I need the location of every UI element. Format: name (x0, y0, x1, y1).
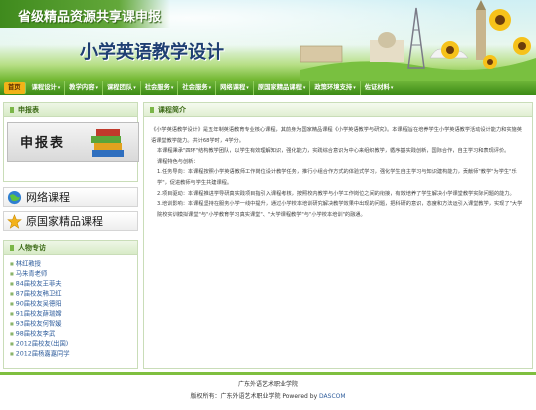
nav-label: 佐证材料 (364, 84, 390, 91)
nav-teaching-content[interactable]: 教学内容▾ (65, 81, 103, 95)
list-item[interactable]: 91届校友薛瑞嫦 (10, 309, 137, 319)
list-item[interactable]: 林红教授 (10, 259, 137, 269)
nav-label: 政策环境支持 (314, 84, 353, 91)
course-title: 小学英语教学设计 (80, 42, 224, 63)
books-icon (91, 129, 124, 157)
former-national-course-link[interactable]: 原国家精品课程 (3, 211, 138, 231)
main-nav: 首页 课程设计▾ 教学内容▾ 课程团队▾ 社会服务▾ 社会服务▾ 网络课程▾ 原… (0, 81, 536, 95)
list-item[interactable]: 2012届杨嘉嘉同学 (10, 349, 137, 359)
intro-paragraph: 3.培训影响：本课程坚持在服务小学一线中提升，通过小学校本培训研究解决教学效果中… (157, 201, 523, 218)
caret-down-icon: ▾ (57, 85, 61, 91)
footer-copyright-text: 版权所有：广东外语艺术职业学院 Powered by (190, 393, 320, 400)
interview-panel-title: 人物专访 (4, 241, 137, 255)
nav-social-service-1[interactable]: 社会服务▾ (141, 81, 179, 95)
nav-label: 原国家精品课程 (257, 84, 302, 91)
nav-course-team[interactable]: 课程团队▾ (103, 81, 141, 95)
nav-online-course[interactable]: 网络课程▾ (216, 81, 254, 95)
nav-evidence[interactable]: 佐证材料▾ (361, 81, 398, 95)
caret-down-icon: ▾ (390, 85, 394, 91)
nav-policy-support[interactable]: 政策环境支持▾ (310, 81, 361, 95)
list-item[interactable]: 2012届校友(出国) (10, 339, 137, 349)
list-item[interactable]: 98届校友李武 (10, 329, 137, 339)
caret-down-icon: ▾ (246, 85, 249, 91)
course-intro-panel: 课程简介 《小学英语教学设计》是五年制英语教育专业核心课程，其前身为国家精品课程… (143, 102, 533, 369)
former-national-course-label: 原国家精品课程 (26, 215, 103, 228)
globe-icon (7, 190, 22, 204)
apply-form-banner[interactable]: 申报表 (7, 122, 139, 162)
nav-label: 社会服务 (144, 84, 170, 91)
banner-landmarks-illustration (300, 0, 536, 81)
caret-down-icon: ▾ (170, 85, 174, 91)
nav-former-national-course[interactable]: 原国家精品课程▾ (254, 81, 311, 95)
online-course-link[interactable]: 网络课程 (3, 187, 138, 207)
course-intro-body: 《小学英语教学设计》是五年制英语教育专业核心课程，其前身为国家精品课程《小学英语… (144, 117, 532, 220)
nav-label: 网络课程 (220, 84, 246, 91)
caret-down-icon: ▾ (353, 85, 356, 91)
nav-home[interactable]: 首页 (4, 82, 26, 94)
nav-label: 课程设计 (31, 84, 57, 91)
intro-paragraph: 本课程秉承"四环"结构教学团队，以学生有效理解知识，强化能力，实践综合意识为中心… (157, 148, 510, 155)
list-item[interactable]: 87届校友韩卫红 (10, 289, 137, 299)
interview-panel: 人物专访 林红教授 马朱青老师 84届校友王菲夫 87届校友韩卫红 90届校友吴… (3, 240, 138, 369)
star-icon (7, 213, 22, 229)
nav-label: 教学内容 (69, 84, 95, 91)
intro-paragraph: 2.项目驱动：本课程推进学导研真实践项目指引入课程考核，按照校内教学与小学工作岗… (157, 190, 515, 197)
apply-panel: 申报表 申报表 (3, 102, 139, 182)
footer-copyright: 版权所有：广东外语艺术职业学院 Powered by DASCOM (0, 391, 536, 400)
site-name: 省级精品资源共享课申报 (18, 10, 162, 25)
powered-by-link[interactable]: DASCOM (319, 393, 346, 400)
header-banner: 省级精品资源共享课申报 小学英语教学设计 (0, 0, 536, 81)
list-item[interactable]: 84届校友王菲夫 (10, 279, 137, 289)
caret-down-icon: ▾ (302, 85, 306, 91)
list-item[interactable]: 90届校友吴德阳 (10, 299, 137, 309)
online-course-label: 网络课程 (26, 191, 70, 204)
spacer (0, 95, 536, 102)
caret-down-icon: ▾ (95, 85, 98, 91)
footer-school: 广东外语艺术职业学院 (237, 381, 298, 388)
intro-paragraph: 1.任务导向：本课程按照小学英语教师工作岗位设计教学任务，推行小组合作方式的体验… (157, 169, 517, 186)
list-item[interactable]: 93届校友何智媛 (10, 319, 137, 329)
nav-social-service-2[interactable]: 社会服务▾ (178, 81, 217, 95)
intro-paragraph: 《小学英语教学设计》是五年制英语教育专业核心课程，其前身为国家精品课程《小学英语… (151, 127, 522, 144)
interview-list: 林红教授 马朱青老师 84届校友王菲夫 87届校友韩卫红 90届校友吴德阳 91… (4, 255, 137, 359)
intro-paragraph: 课程特色与创新： (157, 158, 199, 165)
apply-form-text: 申报表 (20, 136, 66, 151)
list-item[interactable]: 马朱青老师 (10, 269, 137, 279)
course-intro-title: 课程简介 (144, 103, 532, 117)
apply-panel-title: 申报表 (4, 103, 137, 117)
nav-course-design[interactable]: 课程设计▾ (28, 81, 66, 95)
caret-down-icon: ▾ (133, 85, 136, 91)
nav-label: 社会服务 (182, 84, 208, 91)
caret-down-icon: ▾ (208, 85, 212, 91)
nav-label: 课程团队 (107, 84, 133, 91)
footer: 广东外语艺术职业学院 版权所有：广东外语艺术职业学院 Powered by DA… (0, 372, 536, 410)
